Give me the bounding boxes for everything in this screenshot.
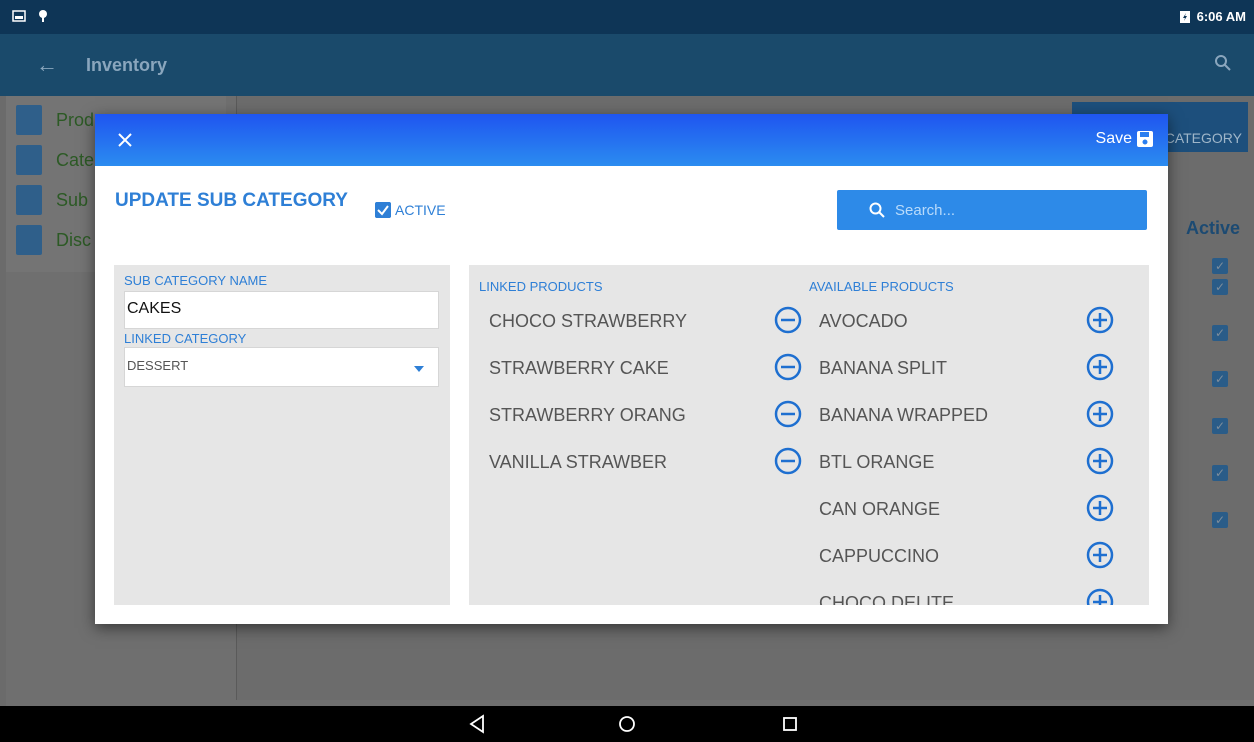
active-checkbox[interactable]: ✓ (1212, 465, 1228, 481)
add-circle-icon[interactable] (1085, 587, 1115, 605)
status-time: 6:06 AM (1196, 9, 1246, 24)
linked-product-row: CHOCO STRAWBERRY (489, 303, 819, 343)
book-icon (16, 145, 42, 175)
dropdown-caret-icon (414, 366, 424, 372)
search-placeholder: Search... (895, 201, 956, 219)
back-arrow-icon[interactable]: ← (36, 52, 58, 78)
sub-category-form: SUB CATEGORY NAME CAKES LINKED CATEGORY … (114, 265, 450, 605)
battery-icon (1179, 10, 1190, 23)
active-checkbox[interactable]: ✓ (1212, 258, 1228, 274)
available-product-row: BANANA WRAPPED (819, 397, 1149, 437)
floppy-disk-icon (1137, 131, 1153, 147)
linked-category-select[interactable]: DESSERT (124, 347, 439, 387)
book-icon (16, 185, 42, 215)
search-input[interactable]: Search... (837, 190, 1147, 230)
add-circle-icon[interactable] (1085, 540, 1115, 570)
product-name: CHOCO DELITE (819, 593, 955, 605)
linked-product-row: STRAWBERRY CAKE (489, 350, 819, 390)
remove-circle-icon[interactable] (773, 305, 803, 335)
add-circle-icon[interactable] (1085, 305, 1115, 335)
active-checkbox[interactable]: ✓ (1212, 371, 1228, 387)
active-checkbox[interactable]: ✓ (1212, 418, 1228, 434)
product-name: CAPPUCCINO (819, 546, 940, 566)
active-checkbox[interactable]: ✓ (1212, 279, 1228, 295)
save-button[interactable]: Save (1096, 130, 1154, 148)
product-name: BANANA SPLIT (819, 358, 948, 378)
active-column-header: Active (1186, 218, 1241, 238)
available-product-row: BTL ORANGE (819, 444, 1149, 484)
product-name: AVOCADO (819, 311, 908, 331)
dialog-header: Save (95, 114, 1168, 166)
search-icon (869, 202, 885, 218)
product-name: VANILLA STRAWBER (489, 452, 668, 472)
active-checkbox[interactable]: ✓ (1212, 325, 1228, 341)
remove-circle-icon[interactable] (773, 399, 803, 429)
list-icon (16, 105, 42, 135)
linked-product-row: STRAWBERRY ORANG (489, 397, 819, 437)
back-triangle-icon[interactable] (468, 714, 486, 734)
app-bar: ← Inventory (0, 34, 1254, 96)
app-title: Inventory (86, 55, 168, 75)
product-name: CAN ORANGE (819, 499, 941, 519)
remove-circle-icon[interactable] (773, 446, 803, 476)
update-sub-category-dialog: Save UPDATE SUB CATEGORY ACTIVE Search..… (95, 114, 1168, 624)
linked-products-header: LINKED PRODUCTS (479, 279, 603, 294)
recents-square-icon[interactable] (781, 714, 799, 734)
add-circle-icon[interactable] (1085, 352, 1115, 382)
dialog-title: UPDATE SUB CATEGORY (115, 190, 348, 211)
available-product-row: CAN ORANGE (819, 491, 1149, 531)
available-product-row: AVOCADO (819, 303, 1149, 343)
available-product-row: CHOCO DELITE (819, 585, 1149, 605)
add-circle-icon[interactable] (1085, 399, 1115, 429)
available-products-header: AVAILABLE PRODUCTS (809, 279, 954, 294)
product-name: CHOCO STRAWBERRY (489, 311, 688, 331)
search-icon[interactable] (1214, 54, 1232, 72)
close-icon[interactable] (113, 128, 137, 152)
product-name: BTL ORANGE (819, 452, 935, 472)
sub-category-name-label: SUB CATEGORY NAME (124, 273, 268, 288)
tag-icon (16, 225, 42, 255)
navigation-bar (0, 706, 1254, 742)
linked-category-value: DESSERT (127, 358, 189, 373)
available-product-row: BANANA SPLIT (819, 350, 1149, 390)
status-bar: 6:06 AM (0, 0, 1254, 34)
active-checkbox[interactable]: ACTIVE (375, 202, 446, 218)
home-circle-icon[interactable] (617, 714, 637, 734)
checkbox-checked-icon (375, 202, 391, 218)
products-panel: LINKED PRODUCTS AVAILABLE PRODUCTS CHOCO… (469, 265, 1149, 605)
product-name: STRAWBERRY ORANG (489, 405, 686, 425)
linked-product-row: VANILLA STRAWBER (489, 444, 819, 484)
sub-category-name-input[interactable]: CAKES (124, 291, 439, 329)
add-circle-icon[interactable] (1085, 493, 1115, 523)
available-product-row: CAPPUCCINO (819, 538, 1149, 578)
linked-category-label: LINKED CATEGORY (124, 331, 247, 346)
active-label: ACTIVE (395, 202, 446, 218)
gallery-icon (12, 10, 26, 22)
product-name: BANANA WRAPPED (819, 405, 989, 425)
active-checkbox[interactable]: ✓ (1212, 512, 1228, 528)
remove-circle-icon[interactable] (773, 352, 803, 382)
add-circle-icon[interactable] (1085, 446, 1115, 476)
pin-icon (39, 10, 47, 22)
product-name: STRAWBERRY CAKE (489, 358, 669, 378)
